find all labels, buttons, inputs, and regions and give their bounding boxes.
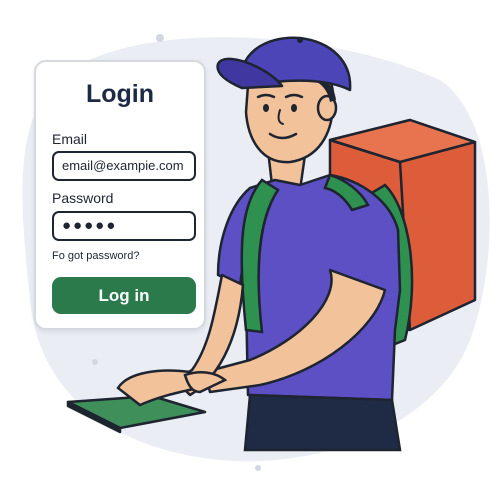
pants [243,393,402,452]
forgot-password-link[interactable]: Fo got password? [52,250,139,262]
decoration-dot [92,359,98,365]
login-title: Login [85,80,155,108]
cap-button [297,37,303,43]
delivery-login-illustration: Login Email email@exampie.com Password ●… [0,0,500,500]
eye-left [263,104,269,112]
decoration-dot [255,465,261,471]
email-field[interactable]: email@exampie.com [52,151,196,181]
password-label: Password [52,190,114,206]
login-button[interactable]: Log in [52,277,196,314]
password-field[interactable]: ●●●●● [52,211,196,241]
login-card: Login Email email@exampie.com Password ●… [34,60,206,330]
email-label: Email [52,131,88,147]
decoration-dot [156,34,164,42]
eye-right [291,104,297,112]
